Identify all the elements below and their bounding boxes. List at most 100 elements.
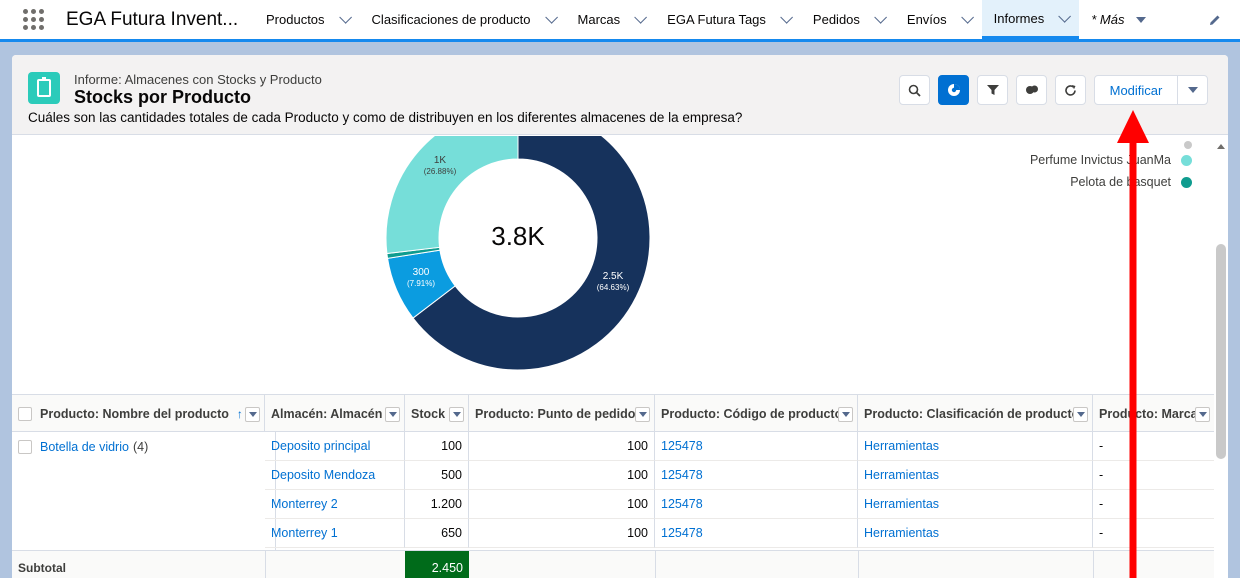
app-launcher-icon[interactable]: [23, 8, 45, 31]
legend-label: Perfume Invictus JuanMa: [1029, 153, 1171, 167]
scrollbar-thumb[interactable]: [1216, 244, 1226, 459]
cell-stock: 650: [405, 519, 469, 548]
slice-label-navy: 2.5K (64.63%): [583, 271, 643, 293]
subtotal-row: Subtotal 2.450: [12, 550, 1214, 578]
slice-label-teal: 1K (26.88%): [410, 155, 470, 177]
legend-item-partial: [1002, 141, 1192, 149]
column-header-label: Producto: Marca: [1099, 406, 1198, 421]
nav-tab-label: Pedidos: [812, 12, 860, 27]
column-header-marca[interactable]: Producto: Marca: [1093, 395, 1214, 432]
report-icon: [28, 72, 60, 104]
column-header-stock[interactable]: Stock: [405, 395, 469, 432]
chevron-down-icon[interactable]: [960, 11, 974, 24]
column-divider: [1093, 551, 1094, 578]
column-header-label: Stock: [411, 406, 446, 421]
search-button[interactable]: [899, 75, 930, 105]
slice-percent: (26.88%): [423, 167, 457, 176]
column-header-label: Producto: Clasificación de producto: [864, 406, 1080, 421]
report-title: Stocks por Producto: [74, 87, 252, 107]
column-divider: [265, 551, 266, 578]
chevron-down-icon[interactable]: [544, 11, 558, 24]
cell-codigo[interactable]: 125478: [655, 432, 858, 461]
cell-almacen[interactable]: Monterrey 1: [265, 519, 405, 548]
caret-down-icon: [1187, 87, 1198, 93]
column-header-codigo[interactable]: Producto: Código de producto: [655, 395, 858, 432]
column-header-label: Producto: Punto de pedido: [475, 406, 636, 421]
column-header-punto-pedido[interactable]: Producto: Punto de pedido: [469, 395, 655, 432]
chevron-down-icon[interactable]: [780, 11, 793, 24]
vertical-scrollbar[interactable]: [1214, 136, 1228, 578]
cell-almacen[interactable]: Deposito Mendoza: [265, 461, 405, 490]
modify-dropdown-button[interactable]: [1177, 75, 1208, 105]
slice-value: 300: [412, 267, 430, 278]
nav-tab-label: Productos: [266, 12, 325, 27]
legend-item[interactable]: Pelota de basquet: [1002, 171, 1192, 193]
chart-toggle-button[interactable]: [938, 75, 969, 105]
legend-item[interactable]: Perfume Invictus JuanMa: [1002, 149, 1192, 171]
subscribe-button[interactable]: [1016, 75, 1047, 105]
column-header-almacen[interactable]: Almacén: Almacén: [265, 395, 405, 432]
chevron-down-icon[interactable]: [338, 11, 352, 24]
refresh-button[interactable]: [1055, 75, 1086, 105]
slice-label-blue: 300 (7.91%): [391, 267, 451, 289]
filter-icon: [986, 85, 999, 95]
column-menu-icon[interactable]: [1073, 407, 1088, 422]
modify-button[interactable]: Modificar: [1094, 75, 1178, 105]
column-header-label: Almacén: Almacén: [271, 406, 383, 421]
subtotal-label: Subtotal: [18, 561, 66, 575]
table-row: Monterrey 1 650 100 125478 Herramientas …: [12, 519, 1214, 548]
chevron-down-icon[interactable]: [874, 11, 887, 24]
legend-color-dot: [1184, 141, 1192, 149]
nav-more-label: * Más: [1091, 12, 1125, 27]
nav-tab-envios[interactable]: Envíos: [895, 0, 982, 39]
column-header-label: Producto: Nombre del producto: [40, 406, 229, 421]
cell-almacen[interactable]: Deposito principal: [265, 432, 405, 461]
nav-tab-marcas[interactable]: Marcas: [566, 0, 656, 39]
cell-marca: -: [1093, 519, 1214, 548]
nav-tabs: Productos Clasificaciones de producto Ma…: [254, 0, 1158, 39]
nav-tab-label: Informes: [993, 10, 1045, 26]
column-menu-icon[interactable]: [1195, 407, 1210, 422]
column-header-label: Producto: Código de producto: [661, 406, 843, 421]
edit-nav-pencil-icon[interactable]: [1208, 13, 1224, 29]
chevron-down-icon[interactable]: [634, 11, 648, 24]
column-menu-icon[interactable]: [449, 407, 464, 422]
cell-clasificacion[interactable]: Herramientas: [858, 519, 1093, 548]
nav-tab-productos[interactable]: Productos: [254, 0, 360, 39]
filter-button[interactable]: [977, 75, 1008, 105]
chart-legend: Perfume Invictus JuanMa Pelota de basque…: [1002, 141, 1192, 193]
nav-tab-clasificaciones[interactable]: Clasificaciones de producto: [360, 0, 566, 39]
column-menu-icon[interactable]: [635, 407, 650, 422]
nav-more-menu[interactable]: * Más: [1079, 0, 1158, 39]
table-row: Deposito Mendoza 500 100 125478 Herramie…: [12, 461, 1214, 490]
table-row: Monterrey 2 1.200 100 125478 Herramienta…: [12, 490, 1214, 519]
cell-clasificacion[interactable]: Herramientas: [858, 432, 1093, 461]
nav-tab-informes[interactable]: Informes: [981, 0, 1080, 39]
slice-value: 1K: [433, 155, 447, 166]
scroll-up-arrow-icon[interactable]: [1217, 144, 1225, 149]
cell-codigo[interactable]: 125478: [655, 490, 858, 519]
chevron-down-icon[interactable]: [1058, 9, 1072, 23]
cell-clasificacion[interactable]: Herramientas: [858, 490, 1093, 519]
sort-ascending-icon[interactable]: ↑: [237, 407, 243, 421]
column-header-clasificacion[interactable]: Producto: Clasificación de producto: [858, 395, 1093, 432]
column-header-product-name[interactable]: Producto: Nombre del producto ↑: [12, 395, 265, 432]
report-header: Informe: Almacenes con Stocks y Producto…: [12, 55, 1228, 135]
cell-clasificacion[interactable]: Herramientas: [858, 461, 1093, 490]
search-icon: [908, 84, 921, 97]
nav-tab-label: EGA Futura Tags: [667, 12, 766, 27]
cell-codigo[interactable]: 125478: [655, 461, 858, 490]
cell-codigo[interactable]: 125478: [655, 519, 858, 548]
nav-tab-pedidos[interactable]: Pedidos: [801, 0, 895, 39]
column-menu-icon[interactable]: [385, 407, 400, 422]
cell-almacen[interactable]: Monterrey 2: [265, 490, 405, 519]
column-menu-icon[interactable]: [245, 407, 260, 422]
column-menu-icon[interactable]: [838, 407, 853, 422]
cell-punto: 100: [469, 490, 655, 519]
caret-down-icon: [1136, 16, 1147, 23]
chart-area: 3.8K 2.5K (64.63%) 300 (7.91%) 1K (26.88%) …: [12, 136, 1212, 394]
app-name: EGA Futura Invent...: [66, 8, 239, 30]
select-all-checkbox[interactable]: [18, 406, 32, 421]
nav-tab-tags[interactable]: EGA Futura Tags: [655, 0, 801, 39]
slice-value: 2.5K: [602, 271, 624, 282]
